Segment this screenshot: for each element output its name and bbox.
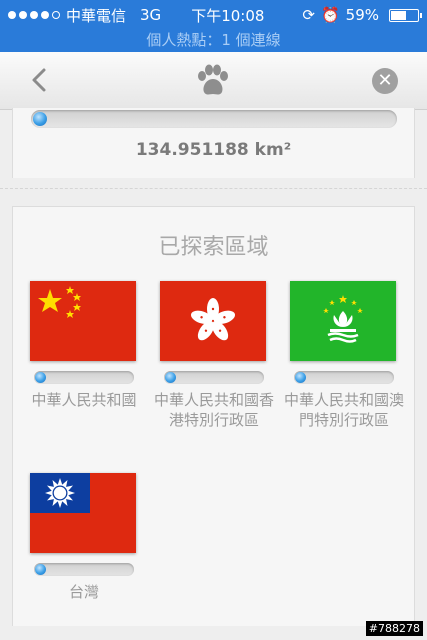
progress-knob — [35, 564, 46, 575]
area-card: 134.951188 km² — [12, 108, 415, 186]
divider — [0, 188, 427, 189]
carrier-name: 中華電信 — [66, 6, 127, 25]
region-item-hong-kong[interactable]: 中華人民共和國香港特別行政區 — [154, 281, 274, 430]
rotation-lock-icon: ⟳ — [302, 6, 315, 24]
chevron-left-icon — [32, 68, 46, 92]
taiwan-flag — [30, 473, 136, 553]
battery-percent: 59% — [345, 6, 379, 24]
explored-regions-card: 已探索區域 中華人民共和國 中華人民共和國香港特別行政區 中華人民共和國澳門特別… — [12, 206, 415, 626]
alarm-icon: ⏰ — [320, 6, 340, 24]
status-bar: 中華電信 3G 下午10:08 ⟳ ⏰ 59% — [0, 0, 427, 30]
hong-kong-flag — [160, 281, 266, 361]
zigzag-edge — [13, 178, 414, 186]
back-button[interactable] — [24, 64, 56, 96]
region-item-china[interactable]: 中華人民共和國 — [30, 281, 138, 410]
progress-knob — [33, 112, 47, 126]
nav-bar: ✕ — [0, 52, 427, 110]
watermark: #788278 — [365, 621, 423, 636]
progress-knob — [165, 372, 176, 383]
close-icon: ✕ — [377, 70, 393, 91]
hotspot-banner[interactable]: 個人熱點：1 個連線 — [0, 30, 427, 52]
region-name: 中華人民共和國澳門特別行政區 — [283, 391, 404, 429]
region-name: 中華人民共和國 — [31, 391, 137, 409]
region-progress-bar — [34, 371, 134, 384]
region-progress-bar — [34, 563, 134, 576]
close-button[interactable]: ✕ — [372, 68, 398, 94]
region-item-taiwan[interactable]: 台灣 — [30, 473, 138, 602]
region-progress-bar — [164, 371, 264, 384]
paw-icon — [198, 64, 228, 95]
clock: 下午10:08 — [191, 6, 265, 25]
progress-knob — [295, 372, 306, 383]
region-name: 中華人民共和國香港特別行政區 — [153, 391, 274, 429]
region-name: 台灣 — [68, 583, 99, 601]
area-progress-bar — [31, 110, 397, 128]
progress-knob — [35, 372, 46, 383]
macau-flag — [290, 281, 396, 361]
battery-icon — [389, 8, 422, 22]
region-item-macau[interactable]: 中華人民共和國澳門特別行政區 — [284, 281, 404, 430]
region-progress-bar — [294, 371, 394, 384]
signal-strength-icon — [8, 11, 60, 19]
china-flag — [30, 281, 136, 361]
explored-area-value: 134.951188 km² — [135, 140, 292, 160]
network-type: 3G — [140, 6, 162, 24]
section-title: 已探索區域 — [158, 235, 269, 260]
